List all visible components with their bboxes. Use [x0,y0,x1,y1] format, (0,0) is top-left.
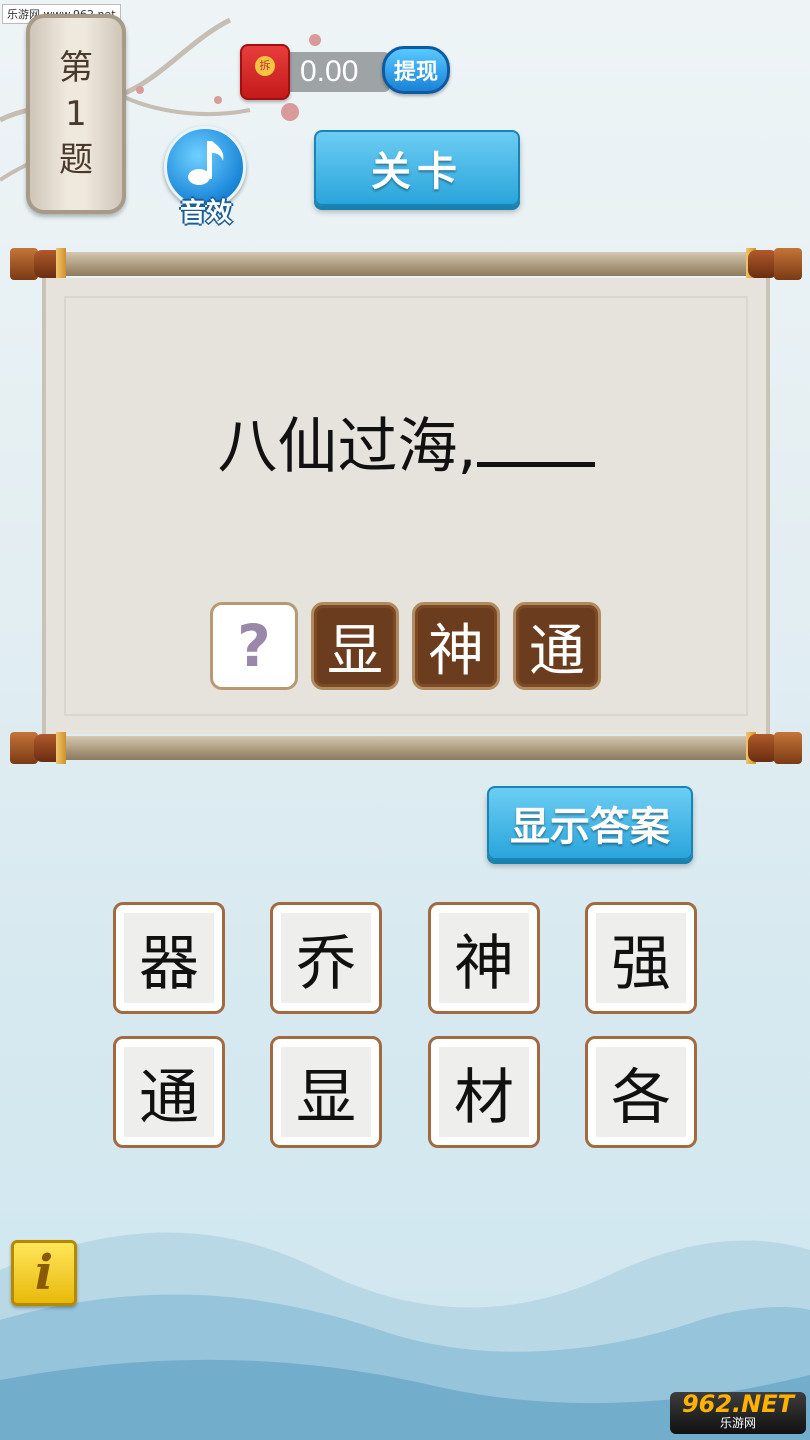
scroll-bottom-rod [10,732,802,764]
char-choice-tile[interactable]: 显 [270,1036,382,1148]
level-number-plaque: 第 1 题 [26,14,126,214]
scroll-top-rod [10,248,802,280]
level-number: 1 [65,94,87,134]
answer-slot-4[interactable]: 通 [513,602,601,690]
answer-slot-1[interactable]: ? [210,602,298,690]
music-note-icon [188,141,224,185]
watermark-logo-sub: 乐游网 [719,1416,756,1431]
watermark-logo-text: 962.NET [681,1390,795,1418]
char-choice-label: 强 [596,913,686,1003]
info-button[interactable]: i [11,1240,77,1306]
char-choice-tile[interactable]: 通 [113,1036,225,1148]
scroll-paper [42,278,770,734]
red-packet-seal: 拆 [255,56,275,76]
char-choice-tile[interactable]: 乔 [270,902,382,1014]
char-choice-tile[interactable]: 各 [585,1036,697,1148]
answer-slot-2[interactable]: 显 [311,602,399,690]
answer-slot-3[interactable]: 神 [412,602,500,690]
char-choice-tile[interactable]: 神 [428,902,540,1014]
char-choice-label: 器 [124,913,214,1003]
char-choice-label: 乔 [281,913,371,1003]
question-blank [476,417,595,467]
question-text: 八仙过海, [42,398,770,485]
char-choice-label: 材 [439,1047,529,1137]
char-choice-tile[interactable]: 强 [585,902,697,1014]
show-answer-button[interactable]: 显示答案 [487,786,693,860]
red-packet-icon[interactable]: 拆 [240,44,290,100]
char-choice-tile[interactable]: 器 [113,902,225,1014]
level-prefix: 第 [59,48,93,88]
level-suffix: 题 [59,140,93,180]
question-prefix: 八仙过海, [217,412,477,482]
char-choice-label: 显 [281,1047,371,1137]
withdraw-button[interactable]: 提现 [382,46,450,94]
sound-label: 音效 [179,198,232,228]
wallet-amount: 0.00 [300,55,359,88]
char-choice-label: 神 [439,913,529,1003]
char-choice-label: 通 [124,1047,214,1137]
char-choice-tile[interactable]: 材 [428,1036,540,1148]
char-choice-label: 各 [596,1047,686,1137]
level-select-button[interactable]: 关卡 [314,130,520,206]
watermark-logo: 962.NET 乐游网 [670,1390,806,1434]
